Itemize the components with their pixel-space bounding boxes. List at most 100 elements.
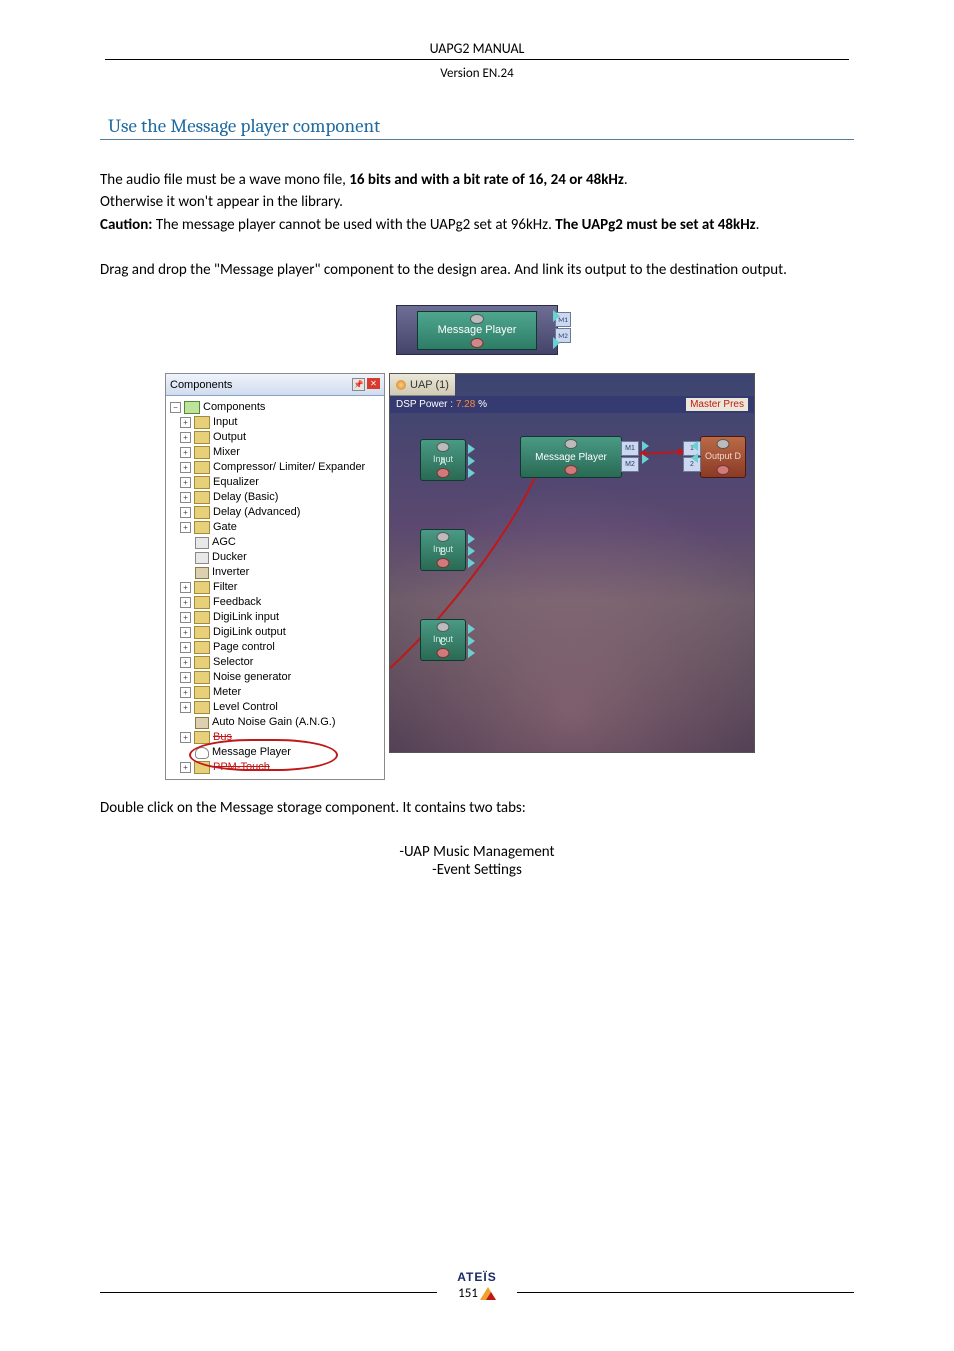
tree-item-filter[interactable]: Filter [213,580,237,595]
close-icon[interactable]: ✕ [367,378,380,389]
folder-icon [194,506,210,519]
expand-icon[interactable]: + [180,642,191,653]
folder-icon [194,731,210,744]
expand-icon[interactable]: + [180,732,191,743]
design-canvas[interactable]: UAP (1) DSP Power : 7.28 % Master Pres [389,373,755,753]
node-bot-dot-icon [717,465,730,475]
p3-b: The message player cannot be used with t… [152,216,555,234]
node-top-dot-icon [437,442,450,452]
expand-icon[interactable]: + [180,702,191,713]
tree-item-ducker[interactable]: Ducker [212,550,247,565]
leaf-icon [195,552,209,564]
tree-item-ang[interactable]: Auto Noise Gain (A.N.G.) [212,715,336,730]
leaf-icon [195,537,209,549]
node-input-b[interactable]: Input B [420,529,466,571]
node-bot-dot-icon [437,468,450,478]
node-top-dot-icon [717,439,730,449]
p3-d: . [756,216,760,234]
highlight-ring [189,739,338,771]
folder-icon [194,431,210,444]
node-top-dot-icon [565,439,578,449]
master-pres-label: Master Pres [686,398,748,411]
expand-icon[interactable]: + [180,687,191,698]
tree-item-selector[interactable]: Selector [213,655,253,670]
folder-icon [194,596,210,609]
message-player-component-preview: Message Player M1 M2 [100,305,854,355]
expand-icon[interactable]: + [180,522,191,533]
dsp-power-value: 7.28 [456,399,475,410]
node-message-player[interactable]: Message Player M1 M2 [520,436,622,478]
footer-brand: ATEÏS [457,1270,496,1284]
expand-icon[interactable]: + [180,582,191,593]
expand-icon[interactable]: − [170,402,181,413]
page-number: 151 [458,1286,478,1301]
expand-icon[interactable]: + [180,657,191,668]
node-input-b-sub: B [421,547,465,558]
node-input-c[interactable]: Input C [420,619,466,661]
expand-icon[interactable]: + [180,597,191,608]
folder-icon [194,611,210,624]
node-output-d-sub: D [735,451,742,461]
expand-icon[interactable]: + [180,612,191,623]
paragraph-block-3: Double click on the Message storage comp… [100,798,854,818]
tree-item-digilink-input[interactable]: DigiLink input [213,610,279,625]
section-heading: Use the Message player component [100,85,854,140]
expand-icon[interactable]: + [180,447,191,458]
folder-icon [194,446,210,459]
expand-icon[interactable]: + [180,432,191,443]
p1-a: The audio file must be a wave mono file, [100,171,349,189]
design-tab[interactable]: UAP (1) [390,374,455,396]
components-panel-header: Components 📌 ✕ [166,374,384,396]
page-footer: ATEÏS 151 [100,1270,854,1301]
tree-item-delay-advanced[interactable]: Delay (Advanced) [213,505,300,520]
pin-icon[interactable]: 📌 [352,378,365,391]
header-title: UAPG2 MANUAL [105,40,849,60]
tree-item-level-control[interactable]: Level Control [213,700,278,715]
paragraph-block-1: The audio file must be a wave mono file,… [100,170,854,235]
tree-item-agc[interactable]: AGC [212,535,236,550]
logo-triangle-icon [480,1287,496,1300]
node-mp-port-m2[interactable]: M2 [621,457,639,472]
tree-item-compressor[interactable]: Compressor/ Limiter/ Expander [213,460,365,475]
node-bot-dot-icon [437,558,450,568]
folder-icon [194,476,210,489]
page-header: UAPG2 MANUAL Version EN.24 [100,40,854,85]
node-input-a[interactable]: Input A [420,439,466,481]
node-output-d[interactable]: Output D 1 2 [700,436,746,478]
tree-item-input[interactable]: Input [213,415,237,430]
tree-item-inverter[interactable]: Inverter [212,565,249,580]
dsp-power-label: DSP Power : [396,399,453,410]
tree-item-feedback[interactable]: Feedback [213,595,261,610]
node-output-d-name: Output [705,451,732,461]
expand-icon[interactable]: + [180,417,191,428]
tree-root: Components [203,400,265,415]
node-mp-port-m1[interactable]: M1 [621,441,639,456]
tree-item-equalizer[interactable]: Equalizer [213,475,259,490]
expand-icon[interactable]: + [180,762,191,773]
tree-item-gate[interactable]: Gate [213,520,237,535]
tab-item-music: -UAP Music Management [100,843,854,861]
expand-icon[interactable]: + [180,462,191,473]
node-top-dot-icon [437,622,450,632]
tree-item-output[interactable]: Output [213,430,246,445]
mp-small-label: Message Player [417,311,537,350]
tree-item-noise-generator[interactable]: Noise generator [213,670,291,685]
expand-icon[interactable]: + [180,477,191,488]
expand-icon[interactable]: + [180,507,191,518]
tree-item-mixer[interactable]: Mixer [213,445,240,460]
expand-icon[interactable]: + [180,492,191,503]
node-input-c-sub: C [421,637,465,648]
folder-icon [194,656,210,669]
components-panel: Components 📌 ✕ − Components + Input + Outpu… [165,373,385,780]
folder-icon [194,581,210,594]
expand-icon[interactable]: + [180,672,191,683]
tree-item-digilink-output[interactable]: DigiLink output [213,625,286,640]
expand-icon[interactable]: + [180,627,191,638]
tree-item-meter[interactable]: Meter [213,685,241,700]
tree-item-delay-basic[interactable]: Delay (Basic) [213,490,278,505]
node-bot-dot-icon [437,648,450,658]
folder-icon [194,626,210,639]
tree-item-page-control[interactable]: Page control [213,640,275,655]
components-panel-title: Components [170,379,232,391]
components-tree[interactable]: − Components + Input + Output + Mixer + Compr… [166,396,384,779]
